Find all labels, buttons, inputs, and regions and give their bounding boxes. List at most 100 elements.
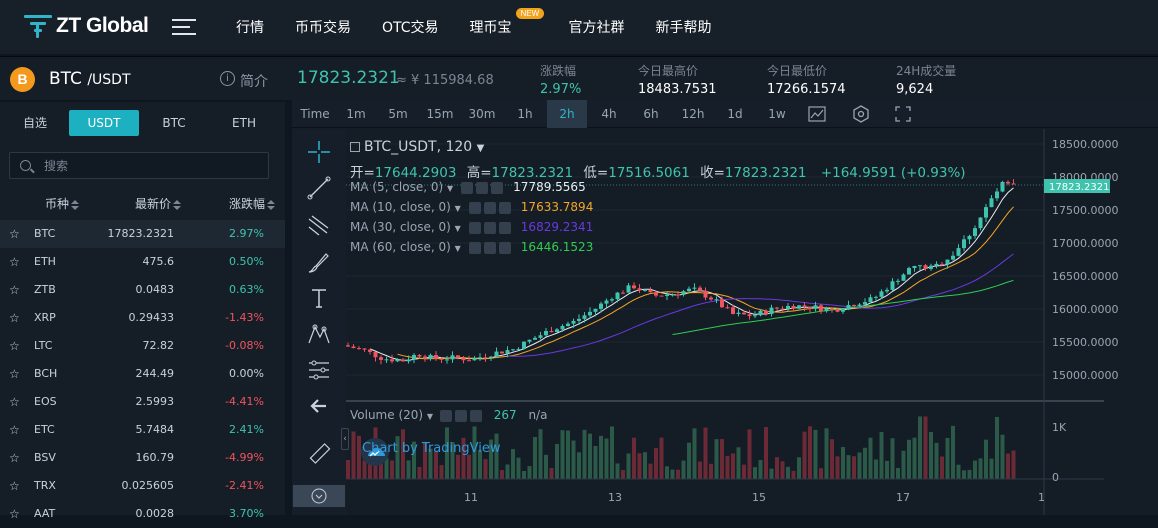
volume-bar [615,463,620,479]
star-icon[interactable]: ☆ [9,248,20,276]
text-tool-icon[interactable] [306,285,332,311]
volume-bar [659,437,664,479]
market-row[interactable]: ☆ XRP 0.29433 -1.43% [0,304,285,332]
volume-bar [648,463,653,479]
gear-icon[interactable] [483,221,496,234]
fib-tool-icon[interactable] [306,213,332,239]
close-icon[interactable] [498,241,511,254]
market-row[interactable]: ☆ BSV 160.79 -4.99% [0,444,285,472]
tf-12h[interactable]: 12h [674,100,712,128]
tf-4h[interactable]: 4h [590,100,628,128]
crosshair-icon[interactable] [306,139,332,165]
star-icon[interactable]: ☆ [9,388,20,416]
tf-15m[interactable]: 15m [422,100,458,128]
nav-community[interactable]: 官方社群 [569,17,625,37]
candle-body [654,292,658,296]
close-icon[interactable] [469,409,482,422]
settings-icon[interactable] [852,105,870,123]
tf-1d[interactable]: 1d [716,100,754,128]
star-icon[interactable]: ☆ [9,360,20,388]
brush-icon[interactable] [306,249,332,275]
star-icon[interactable]: ☆ [9,276,20,304]
volume-bar [511,449,515,479]
brand-logo[interactable]: ZT Global [24,13,149,39]
col-coin[interactable]: 币种 [45,195,80,212]
close-icon[interactable] [491,181,504,194]
star-icon[interactable]: ☆ [9,332,20,360]
tf-1m[interactable]: 1m [338,100,374,128]
tf-5m[interactable]: 5m [380,100,416,128]
market-row[interactable]: ☆ LTC 72.82 -0.08% [0,332,285,360]
ma-label: MA (10, close, 0) [350,200,451,214]
market-row[interactable]: ☆ ETC 5.7484 2.41% [0,416,285,444]
close-icon[interactable] [498,221,511,234]
indicator-icon[interactable] [808,106,826,122]
nav-market[interactable]: 行情 [236,17,264,37]
eye-icon[interactable] [439,409,452,422]
volume-bar [934,442,939,479]
market-search[interactable] [9,152,269,179]
market-row[interactable]: ☆ BTC 17823.2321 2.97% [0,220,285,248]
volume-bar [973,460,977,479]
trading-pair[interactable]: BTC /USDT [49,69,131,89]
star-icon[interactable]: ☆ [9,444,20,472]
ma-legend-row[interactable]: MA (10, close, 0) ▼ 17633.7894 [350,200,593,214]
nav-wealth[interactable]: 理币宝 NEW [470,8,545,37]
market-row[interactable]: ☆ ZTB 0.0483 0.63% [0,276,285,304]
ma-legend-row[interactable]: MA (60, close, 0) ▼ 16446.1523 [350,240,593,254]
collapse-legend-icon[interactable] [350,142,360,152]
tradingview-watermark[interactable]: Chart by TradingView [362,441,500,456]
tf-6h[interactable]: 6h [632,100,670,128]
star-icon[interactable]: ☆ [9,472,20,500]
tf-1h[interactable]: 1h [506,100,544,128]
tab-btc[interactable]: BTC [139,110,209,136]
eye-icon[interactable] [468,221,481,234]
nav-otc[interactable]: OTC交易 [382,17,439,37]
star-icon[interactable]: ☆ [9,416,20,444]
gear-icon[interactable] [454,409,467,422]
star-icon[interactable]: ☆ [9,500,20,528]
search-input[interactable] [44,158,244,174]
ruler-tool-icon[interactable] [306,357,332,383]
eye-icon[interactable] [461,181,474,194]
pattern-icon[interactable] [306,321,332,347]
market-row[interactable]: ☆ ETH 475.6 0.50% [0,248,285,276]
tf-time[interactable]: Time [296,100,334,128]
gear-icon[interactable] [476,181,489,194]
info-icon[interactable]: i [220,71,235,86]
intro-link[interactable]: 简介 [240,71,268,91]
ma-legend-row[interactable]: MA (5, close, 0) ▼ 17789.5565 [350,180,586,194]
measure-icon[interactable] [306,441,332,467]
arrow-left-icon[interactable] [306,393,332,419]
gear-icon[interactable] [483,201,496,214]
ma-legend-row[interactable]: MA (30, close, 0) ▼ 16829.2341 [350,220,593,234]
col-change[interactable]: 涨跌幅 [229,195,276,212]
close-icon[interactable] [498,201,511,214]
tab-usdt[interactable]: USDT [69,110,139,136]
fullscreen-icon[interactable] [895,106,911,122]
star-icon[interactable]: ☆ [9,220,20,248]
star-icon[interactable]: ☆ [9,304,20,332]
volume-legend[interactable]: Volume (20) ▼ 267 n/a [350,408,547,422]
panel-collapse-handle[interactable]: ‹ [341,428,349,450]
market-row[interactable]: ☆ AAT 0.0028 3.70% [0,500,285,528]
chart-symbol-title[interactable]: BTC_USDT, 120 ▼ [350,139,484,155]
market-row[interactable]: ☆ BCH 244.49 0.00% [0,360,285,388]
market-row[interactable]: ☆ EOS 2.5993 -4.41% [0,388,285,416]
market-row[interactable]: ☆ TRX 0.025605 -2.41% [0,472,285,500]
tf-30m[interactable]: 30m [464,100,500,128]
eye-icon[interactable] [468,241,481,254]
nav-coin-trading[interactable]: 币币交易 [295,17,351,37]
menu-icon[interactable] [172,18,196,36]
toolbar-collapse[interactable] [293,485,345,507]
eye-icon[interactable] [468,201,481,214]
tf-1w[interactable]: 1w [758,100,796,128]
trendline-icon[interactable] [306,175,332,201]
tf-2h[interactable]: 2h [547,100,587,128]
row-price: 0.025605 [121,479,175,492]
tab-eth[interactable]: ETH [209,110,279,136]
tab-favorites[interactable]: 自选 [0,110,70,136]
gear-icon[interactable] [483,241,496,254]
col-price[interactable]: 最新价 [135,195,182,212]
nav-help[interactable]: 新手帮助 [656,17,712,37]
